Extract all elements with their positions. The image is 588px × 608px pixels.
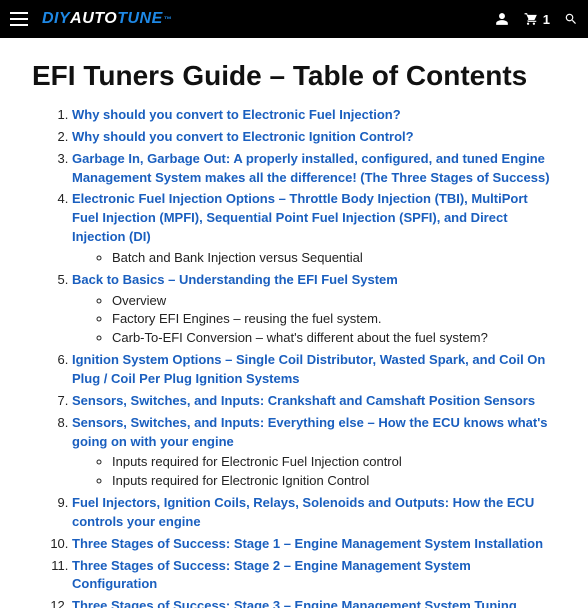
toc-subitem: Inputs required for Electronic Ignition … — [112, 472, 556, 491]
toc-item: Three Stages of Success: Stage 1 – Engin… — [72, 535, 556, 554]
toc-item: Three Stages of Success: Stage 2 – Engin… — [72, 557, 556, 595]
toc-item: Why should you convert to Electronic Ign… — [72, 128, 556, 147]
toc-item: Sensors, Switches, and Inputs: Crankshaf… — [72, 392, 556, 411]
toc-item: Three Stages of Success: Stage 3 – Engin… — [72, 597, 556, 608]
toc-link[interactable]: Three Stages of Success: Stage 2 – Engin… — [72, 558, 471, 592]
logo[interactable]: DIYAUTOTUNE™ — [42, 10, 172, 28]
topbar: DIYAUTOTUNE™ 1 — [0, 0, 588, 38]
toc-link[interactable]: Sensors, Switches, and Inputs: Everythin… — [72, 415, 548, 449]
toc-subitem: Overview — [112, 292, 556, 311]
logo-part-auto: AUTO — [70, 10, 117, 28]
toc-item: Sensors, Switches, and Inputs: Everythin… — [72, 414, 556, 491]
toc-subitem: Factory EFI Engines – reusing the fuel s… — [112, 310, 556, 329]
toc-sublist: OverviewFactory EFI Engines – reusing th… — [72, 292, 556, 349]
toc-list: Why should you convert to Electronic Fue… — [32, 106, 556, 608]
toc-item: Why should you convert to Electronic Fue… — [72, 106, 556, 125]
page-title: EFI Tuners Guide – Table of Contents — [32, 60, 556, 92]
logo-part-diy: DIY — [42, 10, 70, 28]
topbar-left: DIYAUTOTUNE™ — [10, 10, 172, 28]
toc-link[interactable]: Three Stages of Success: Stage 3 – Engin… — [72, 598, 517, 608]
toc-link[interactable]: Why should you convert to Electronic Ign… — [72, 129, 414, 144]
cart-button[interactable]: 1 — [523, 12, 550, 27]
logo-tm: ™ — [164, 15, 173, 24]
search-icon[interactable] — [564, 12, 578, 26]
toc-subitem: Inputs required for Electronic Fuel Inje… — [112, 453, 556, 472]
toc-link[interactable]: Three Stages of Success: Stage 1 – Engin… — [72, 536, 543, 551]
toc-item: Ignition System Options – Single Coil Di… — [72, 351, 556, 389]
content: EFI Tuners Guide – Table of Contents Why… — [0, 38, 588, 608]
user-icon[interactable] — [495, 12, 509, 26]
toc-sublist: Batch and Bank Injection versus Sequenti… — [72, 249, 556, 268]
toc-link[interactable]: Back to Basics – Understanding the EFI F… — [72, 272, 398, 287]
toc-link[interactable]: Ignition System Options – Single Coil Di… — [72, 352, 545, 386]
toc-link[interactable]: Sensors, Switches, and Inputs: Crankshaf… — [72, 393, 535, 408]
toc-item: Electronic Fuel Injection Options – Thro… — [72, 190, 556, 267]
toc-link[interactable]: Garbage In, Garbage Out: A properly inst… — [72, 151, 550, 185]
toc-link[interactable]: Electronic Fuel Injection Options – Thro… — [72, 191, 528, 244]
toc-sublist: Inputs required for Electronic Fuel Inje… — [72, 453, 556, 491]
logo-part-tune: TUNE — [117, 10, 163, 28]
toc-subitem: Batch and Bank Injection versus Sequenti… — [112, 249, 556, 268]
toc-link[interactable]: Why should you convert to Electronic Fue… — [72, 107, 401, 122]
topbar-right: 1 — [495, 12, 578, 27]
toc-item: Fuel Injectors, Ignition Coils, Relays, … — [72, 494, 556, 532]
toc-link[interactable]: Fuel Injectors, Ignition Coils, Relays, … — [72, 495, 534, 529]
toc-item: Garbage In, Garbage Out: A properly inst… — [72, 150, 556, 188]
toc-subitem: Carb-To-EFI Conversion – what's differen… — [112, 329, 556, 348]
menu-icon[interactable] — [10, 12, 28, 26]
toc-item: Back to Basics – Understanding the EFI F… — [72, 271, 556, 348]
cart-count: 1 — [543, 12, 550, 27]
